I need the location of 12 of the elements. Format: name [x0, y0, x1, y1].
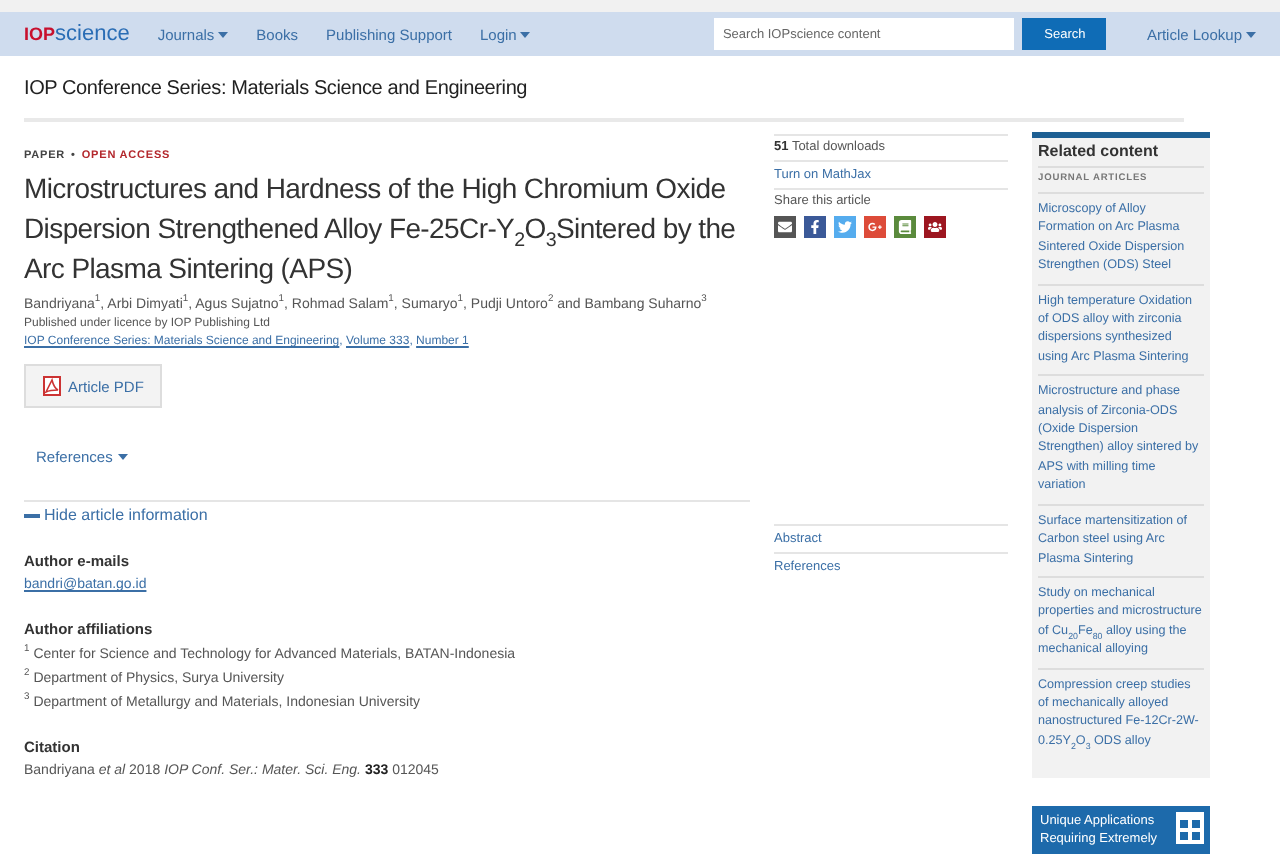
panel-heading: Related content [1038, 138, 1204, 168]
facebook-icon[interactable] [804, 216, 826, 238]
article-info-toggle[interactable]: Hide article information [24, 506, 208, 524]
email-icon[interactable] [774, 216, 796, 238]
article-title: Microstructures and Hardness of the High Chromium Oxide Dispersion Strengthened Alloy Fe-25Cr-Y$_{2}$O$_{3}$Sintered by the Arc Plasma Sintering (APS) [24, 170, 738, 288]
people-icon[interactable] [924, 216, 946, 238]
pdf-icon [42, 376, 62, 396]
grid-logo-icon [1176, 812, 1204, 845]
google-plus-icon[interactable] [864, 216, 886, 238]
book-icon[interactable] [894, 216, 916, 238]
journal-title: IOP Conference Series: Materials Science and Engineering [22, 76, 530, 104]
site-logo[interactable]: IOPscience [24, 22, 130, 46]
